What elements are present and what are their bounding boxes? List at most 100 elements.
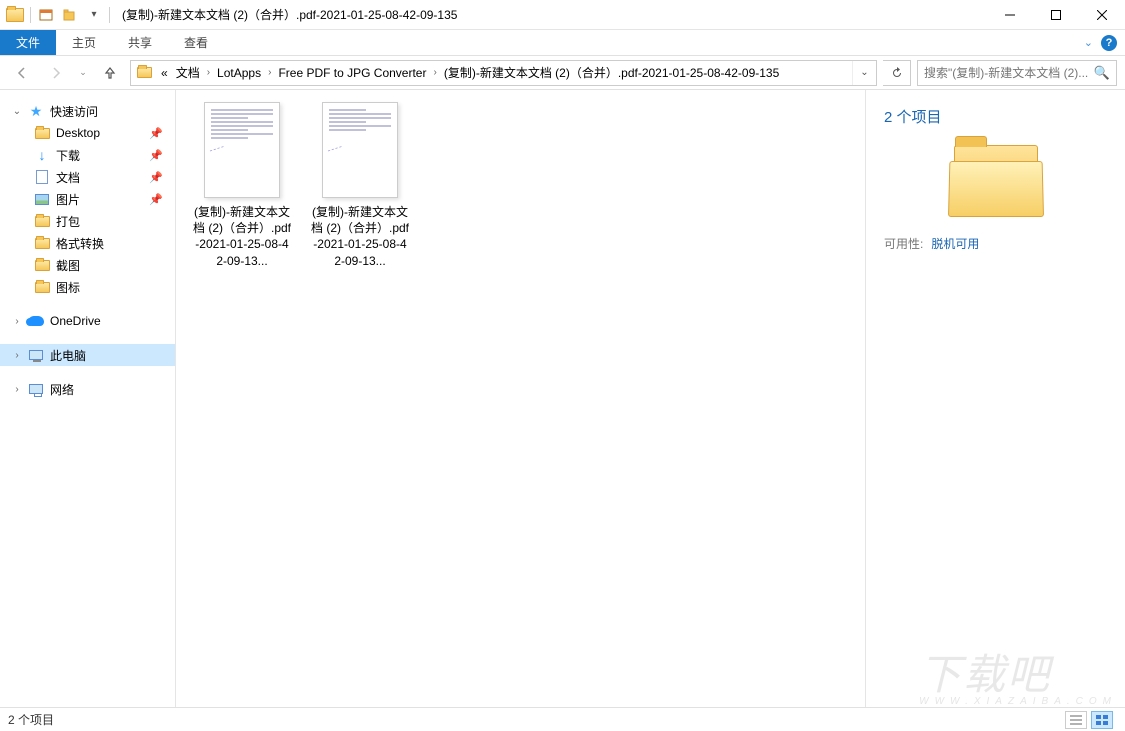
folder-icon: [34, 257, 50, 273]
sidebar-label: 快速访问: [50, 103, 98, 120]
sidebar-thispc[interactable]: › 此电脑: [0, 344, 175, 366]
nav-forward-button[interactable]: [42, 59, 70, 87]
crumb-prefix[interactable]: «: [157, 66, 172, 80]
window-title: (复制)-新建文本文档 (2)（合并）.pdf-2021-01-25-08-42…: [116, 6, 987, 23]
tab-share[interactable]: 共享: [112, 30, 168, 55]
chevron-right-icon[interactable]: ›: [12, 384, 22, 395]
sidebar-item-label: 图片: [56, 191, 80, 208]
search-box[interactable]: 🔍: [917, 60, 1117, 86]
sidebar-item-pictures[interactable]: 图片 📌: [0, 188, 175, 210]
ribbon-expand-icon[interactable]: ⌄: [1084, 36, 1093, 49]
folder-icon: [34, 213, 50, 229]
folder-large-icon: [948, 145, 1044, 217]
chevron-down-icon[interactable]: ⌄: [12, 106, 22, 117]
crumb-documents[interactable]: 文档: [172, 64, 204, 81]
breadcrumb: « 文档 › LotApps › Free PDF to JPG Convert…: [157, 64, 852, 81]
tab-file[interactable]: 文件: [0, 30, 56, 55]
chevron-right-icon[interactable]: ›: [204, 67, 213, 78]
sidebar-item-label: 图标: [56, 279, 80, 296]
onedrive-icon: [28, 313, 44, 329]
pin-icon: 📌: [149, 127, 163, 140]
nav-recent-dropdown[interactable]: ⌄: [76, 59, 90, 87]
crumb-lotapps[interactable]: LotApps: [213, 66, 265, 80]
view-details-button[interactable]: [1065, 711, 1087, 729]
pc-icon: [28, 347, 44, 363]
sidebar-item-downloads[interactable]: ↓ 下载 📌: [0, 144, 175, 166]
address-folder-icon: [134, 63, 154, 83]
pin-icon: 📌: [149, 193, 163, 206]
folder-icon: [34, 235, 50, 251]
network-icon: [28, 381, 44, 397]
details-pane: 2 个项目 可用性: 脱机可用: [865, 90, 1125, 707]
sidebar-onedrive[interactable]: › OneDrive: [0, 310, 175, 332]
sidebar-network[interactable]: › 网络: [0, 378, 175, 400]
picture-icon: [34, 191, 50, 207]
sidebar-item-jietu[interactable]: 截图: [0, 254, 175, 276]
qat-customize-button[interactable]: ▾: [83, 4, 105, 26]
sidebar-item-label: 下载: [56, 147, 80, 164]
file-list-view[interactable]: ---- (复制)-新建文本文档 (2)（合并）.pdf-2021-01-25-…: [176, 90, 865, 707]
chevron-right-icon[interactable]: ›: [430, 67, 439, 78]
qat-properties-button[interactable]: [35, 4, 57, 26]
ribbon-tabs: 文件 主页 共享 查看 ⌄ ?: [0, 30, 1125, 56]
sidebar-item-desktop[interactable]: Desktop 📌: [0, 122, 175, 144]
refresh-button[interactable]: [883, 60, 911, 86]
file-name-label: (复制)-新建文本文档 (2)（合并）.pdf-2021-01-25-08-42…: [310, 204, 410, 269]
crumb-converter[interactable]: Free PDF to JPG Converter: [274, 66, 430, 80]
titlebar: ▾ (复制)-新建文本文档 (2)（合并）.pdf-2021-01-25-08-…: [0, 0, 1125, 30]
file-item[interactable]: ---- (复制)-新建文本文档 (2)（合并）.pdf-2021-01-25-…: [192, 102, 292, 269]
crumb-current[interactable]: (复制)-新建文本文档 (2)（合并）.pdf-2021-01-25-08-42…: [440, 64, 783, 81]
search-icon[interactable]: 🔍: [1094, 65, 1110, 81]
sidebar-item-label: 此电脑: [50, 347, 86, 364]
sidebar-item-dabao[interactable]: 打包: [0, 210, 175, 232]
maximize-button[interactable]: [1033, 0, 1079, 29]
sidebar-item-label: Desktop: [56, 126, 100, 140]
download-icon: ↓: [34, 147, 50, 163]
window-controls: [987, 0, 1125, 29]
file-thumbnail: ----: [322, 102, 398, 198]
file-item[interactable]: ---- (复制)-新建文本文档 (2)（合并）.pdf-2021-01-25-…: [310, 102, 410, 269]
sidebar-item-label: 网络: [50, 381, 74, 398]
nav-back-button[interactable]: [8, 59, 36, 87]
pin-icon: 📌: [149, 171, 163, 184]
close-button[interactable]: [1079, 0, 1125, 29]
sidebar-item-label: 打包: [56, 213, 80, 230]
content-area: ---- (复制)-新建文本文档 (2)（合并）.pdf-2021-01-25-…: [176, 90, 1125, 707]
sidebar-item-geshi[interactable]: 格式转换: [0, 232, 175, 254]
qat-newfolder-button[interactable]: [59, 4, 81, 26]
pin-icon: 📌: [149, 149, 163, 162]
qat-divider-2: [109, 7, 110, 23]
availability-label: 可用性:: [884, 235, 923, 252]
help-icon[interactable]: ?: [1101, 35, 1117, 51]
tab-view[interactable]: 查看: [168, 30, 224, 55]
minimize-button[interactable]: [987, 0, 1033, 29]
chevron-right-icon[interactable]: ›: [12, 316, 22, 327]
sidebar-item-label: OneDrive: [50, 314, 101, 328]
search-input[interactable]: [924, 66, 1094, 80]
folder-icon: [34, 279, 50, 295]
address-dropdown-button[interactable]: ⌄: [852, 61, 876, 85]
sidebar-item-documents[interactable]: 文档 📌: [0, 166, 175, 188]
sidebar-item-label: 文档: [56, 169, 80, 186]
chevron-right-icon[interactable]: ›: [265, 67, 274, 78]
availability-value: 脱机可用: [931, 235, 979, 252]
nav-up-button[interactable]: [96, 59, 124, 87]
qat-divider: [30, 7, 31, 23]
details-title: 2 个项目: [884, 106, 1107, 127]
navigation-pane: ⌄ ★ 快速访问 Desktop 📌 ↓ 下载 📌 文档 📌 图片: [0, 90, 176, 707]
status-bar: 2 个项目: [0, 707, 1125, 731]
file-name-label: (复制)-新建文本文档 (2)（合并）.pdf-2021-01-25-08-42…: [192, 204, 292, 269]
sidebar-item-tubiao[interactable]: 图标: [0, 276, 175, 298]
chevron-right-icon[interactable]: ›: [12, 350, 22, 361]
address-bar[interactable]: « 文档 › LotApps › Free PDF to JPG Convert…: [130, 60, 877, 86]
folder-app-icon[interactable]: [4, 4, 26, 26]
file-thumbnail: ----: [204, 102, 280, 198]
sidebar-quick-access[interactable]: ⌄ ★ 快速访问: [0, 100, 175, 122]
folder-icon: [34, 125, 50, 141]
view-icons-button[interactable]: [1091, 711, 1113, 729]
sidebar-item-label: 截图: [56, 257, 80, 274]
star-icon: ★: [28, 103, 44, 119]
tab-home[interactable]: 主页: [56, 30, 112, 55]
main-area: ⌄ ★ 快速访问 Desktop 📌 ↓ 下载 📌 文档 📌 图片: [0, 90, 1125, 707]
sidebar-item-label: 格式转换: [56, 235, 104, 252]
